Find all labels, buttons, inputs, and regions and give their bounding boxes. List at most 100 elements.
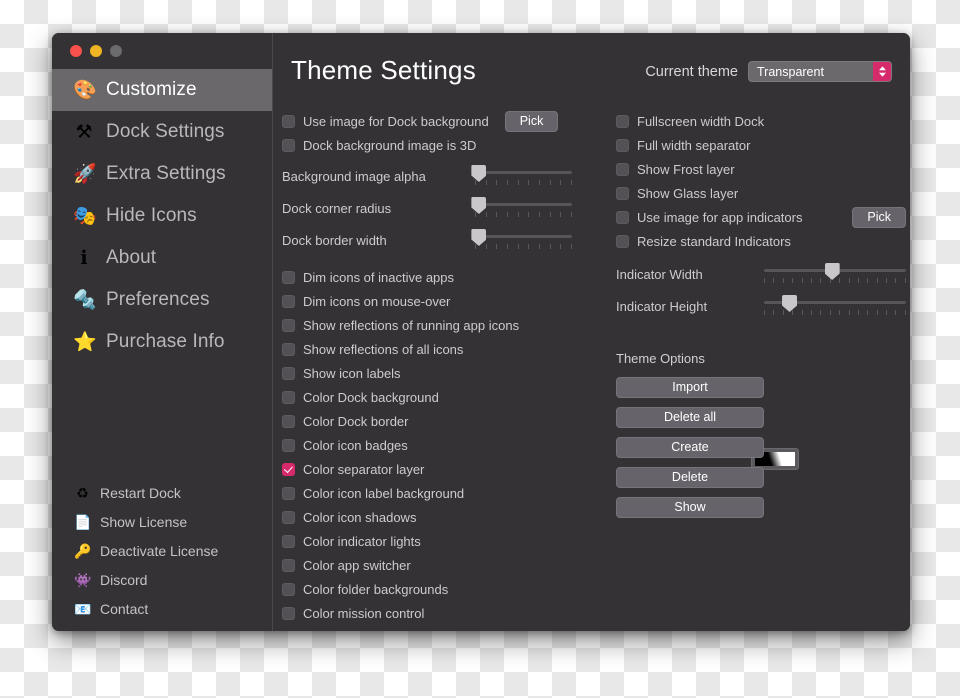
checkbox-show-frost-layer[interactable] [616, 162, 629, 176]
checkbox-row: Full width separator [616, 135, 906, 155]
sidebar-item-customize[interactable]: 🎨 Customize [52, 69, 272, 111]
checkbox-row: Color icon label background [282, 483, 572, 503]
sidebar-item-contact[interactable]: 📧 Contact [52, 594, 272, 623]
checkbox-full-width-separator[interactable] [616, 138, 629, 152]
slider-tick [895, 278, 897, 283]
sidebar-item-about[interactable]: ℹ About [52, 237, 272, 279]
checkbox-show-glass-layer[interactable] [616, 186, 629, 200]
checkbox-use-image-for-app-indicators[interactable] [616, 210, 629, 224]
checkbox-fullscreen-width-dock[interactable] [616, 114, 629, 128]
theme-select[interactable]: Transparent [748, 61, 892, 82]
checkbox-row: Color icon badges [282, 435, 572, 455]
slider-tick [560, 244, 562, 249]
slider-row: Dock border width [282, 229, 572, 259]
checkbox-show-reflections-of-running-app-icons[interactable] [282, 318, 295, 332]
create-button[interactable]: Create [616, 437, 764, 458]
slider-tick [517, 212, 519, 217]
checkbox-color-icon-shadows[interactable] [282, 510, 295, 524]
sidebar-item-deactivate-license[interactable]: 🔑 Deactivate License [52, 536, 272, 565]
slider-tick [848, 278, 850, 283]
checkbox-color-dock-border[interactable] [282, 414, 295, 428]
sidebar-item-restart-dock[interactable]: ♻ Restart Dock [52, 478, 272, 507]
slider-tick [810, 278, 812, 283]
slider-tick [820, 310, 822, 315]
checkbox-label: Fullscreen width Dock [637, 113, 765, 129]
checkbox-show-icon-labels[interactable] [282, 366, 295, 380]
slider-background-image-alpha[interactable] [471, 165, 572, 187]
sidebar-item-dock-settings[interactable]: ⚒ Dock Settings [52, 111, 272, 153]
left-options-column: Use image for Dock background Pick Dock ba… [282, 110, 572, 627]
slider-tick [829, 310, 831, 315]
sidebar-item-purchase-info[interactable]: ⭐ Purchase Info [52, 321, 272, 363]
slider-indicator-height[interactable] [764, 295, 906, 317]
slider-tick [801, 278, 803, 283]
zoom-button[interactable] [110, 45, 122, 57]
slider-tick [764, 278, 765, 283]
slider-tick [773, 278, 775, 283]
checkbox-color-app-switcher[interactable] [282, 558, 295, 572]
sidebar-item-extra-settings[interactable]: 🚀 Extra Settings [52, 153, 272, 195]
checkbox-show-reflections-of-all-icons[interactable] [282, 342, 295, 356]
checkbox-dock-background-image-is-3d[interactable] [282, 138, 295, 152]
slider-tick [517, 244, 519, 249]
slider-tick [848, 310, 850, 315]
slider-tick [782, 278, 784, 283]
checkbox-resize-standard-indicators[interactable] [616, 234, 629, 248]
sidebar-item-hide-icons[interactable]: 🎭 Hide Icons [52, 195, 272, 237]
sidebar-item-discord[interactable]: 👾 Discord [52, 565, 272, 594]
slider-tick [792, 278, 794, 283]
slider-label: Background image alpha [282, 169, 426, 184]
pick-button[interactable]: Pick [852, 206, 906, 228]
slider-tick [792, 310, 794, 315]
page-icon: 📄 [74, 513, 92, 530]
slider-tick [820, 278, 822, 283]
checkbox-row: Dim icons on mouse-over [282, 291, 572, 311]
checkbox-color-separator-layer[interactable] [282, 462, 295, 476]
checkbox-label: Color icon label background [303, 485, 465, 501]
checkbox-dim-icons-of-inactive-apps[interactable] [282, 270, 295, 284]
checkbox-row: Color Dock border [282, 411, 572, 431]
slider-tick [876, 278, 878, 283]
window-controls [52, 33, 272, 69]
slider-dock-border-width[interactable] [471, 229, 572, 251]
sidebar-item-show-license[interactable]: 📄 Show License [52, 507, 272, 536]
checkbox-row: Color app switcher [282, 555, 572, 575]
sidebar-item-preferences[interactable]: 🔩 Preferences [52, 279, 272, 321]
checkbox-label: Use image for Dock background [303, 113, 489, 129]
sidebar: 🎨 Customize ⚒ Dock Settings 🚀 Extra Settings 🎭… [52, 33, 273, 631]
checkbox-color-indicator-lights[interactable] [282, 534, 295, 548]
slider-tick [538, 212, 540, 217]
show-button[interactable]: Show [616, 497, 764, 518]
recycle-icon: ♻ [76, 484, 89, 501]
checkbox-color-dock-background[interactable] [282, 390, 295, 404]
slider-tick [528, 244, 530, 249]
slider-tick [528, 212, 530, 217]
slider-indicator-width[interactable] [764, 263, 906, 285]
checkbox-use-image-for-dock-background[interactable] [282, 114, 295, 128]
checkbox-label: Dock background image is 3D [303, 137, 477, 153]
checkbox-row: Use image for app indicators Pick [616, 206, 906, 228]
slider-tick [528, 180, 530, 185]
pick-button[interactable]: Pick [504, 110, 559, 132]
import-button[interactable]: Import [616, 377, 764, 398]
checkbox-color-mission-control[interactable] [282, 606, 295, 620]
rocket-icon: 🚀 [73, 163, 97, 185]
close-button[interactable] [70, 45, 82, 57]
slider-dock-corner-radius[interactable] [471, 197, 572, 219]
chevron-updown-icon[interactable] [873, 62, 891, 81]
slider-row: Indicator Width [616, 263, 906, 293]
delete-button[interactable]: Delete [616, 467, 764, 488]
checkbox-color-folder-backgrounds[interactable] [282, 582, 295, 596]
slider-tick [506, 212, 508, 217]
checkbox-label: Show icon labels [303, 365, 401, 381]
checkbox-label: Color icon badges [303, 437, 408, 453]
checkbox-dim-icons-on-mouse-over[interactable] [282, 294, 295, 308]
checkbox-color-icon-label-background[interactable] [282, 486, 295, 500]
checkbox-row: Dock background image is 3D [282, 135, 572, 155]
minimize-button[interactable] [90, 45, 102, 57]
checkbox-color-icon-badges[interactable] [282, 438, 295, 452]
checkbox-row: Show Frost layer [616, 159, 906, 179]
slider-tick [857, 278, 859, 283]
delete-all-button[interactable]: Delete all [616, 407, 764, 428]
